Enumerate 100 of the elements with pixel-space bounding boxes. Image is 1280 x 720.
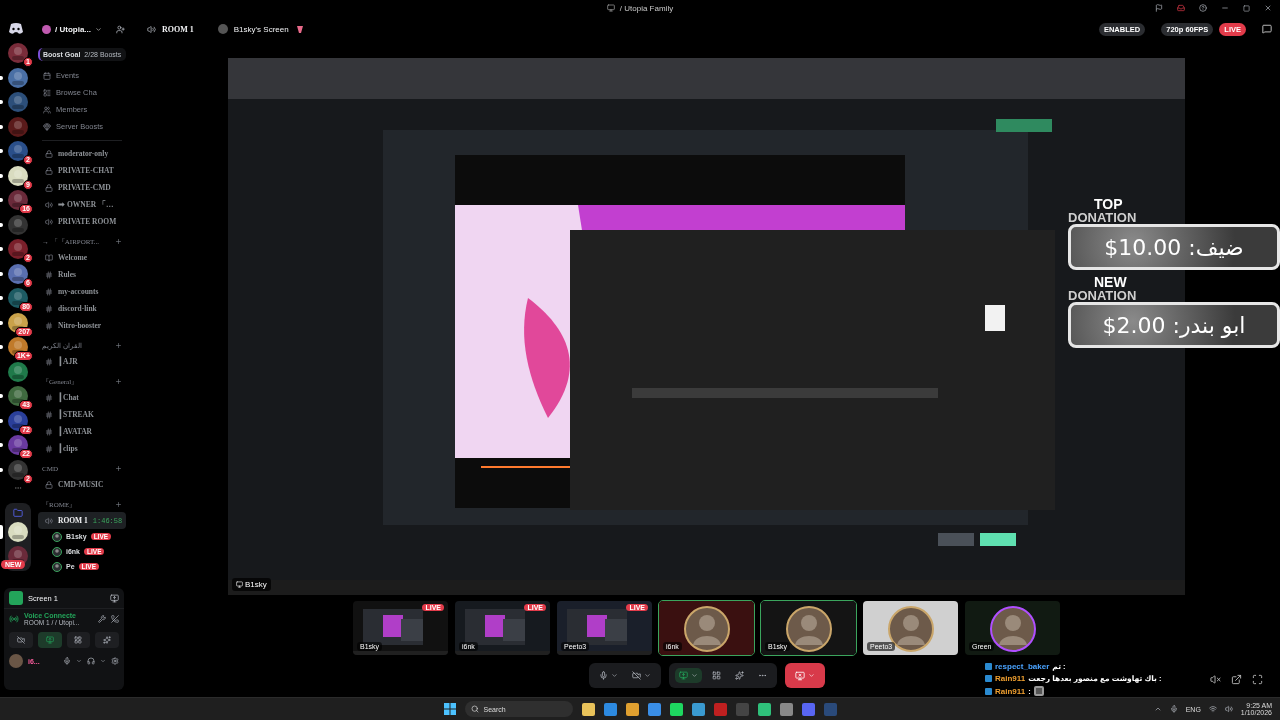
signal-icon: [9, 614, 19, 624]
speaker-icon: [45, 516, 53, 525]
wifi-icon[interactable]: [1208, 705, 1217, 713]
soundboard-button[interactable]: [95, 632, 119, 648]
flag-icon[interactable]: [1155, 4, 1163, 12]
server-icon[interactable]: [8, 67, 28, 88]
chat-username: respect_baker: [995, 662, 1050, 671]
donation-subtitle: DONATION: [1068, 289, 1138, 302]
inbox-icon[interactable]: [1177, 4, 1185, 12]
hash-icon: [45, 321, 53, 330]
server-icon[interactable]: [8, 435, 28, 455]
presenter-name: B1sky: [245, 580, 267, 589]
close-icon[interactable]: [1264, 4, 1272, 12]
add-channel-icon[interactable]: [115, 501, 122, 508]
settings-icon[interactable]: [111, 657, 119, 665]
taskbar-icon[interactable]: [647, 702, 661, 716]
folder-icon: [13, 507, 23, 518]
screen-share-button[interactable]: [674, 668, 702, 683]
disconnect-icon[interactable]: [111, 615, 119, 623]
screen-share-icon[interactable]: [110, 593, 119, 603]
server-icon: [42, 24, 51, 34]
sparkles-icon: [734, 671, 744, 680]
wrench-icon[interactable]: [98, 615, 106, 623]
chat-icon[interactable]: [1262, 24, 1272, 34]
chat-username: Rain911: [995, 686, 1026, 696]
add-channel-icon[interactable]: [115, 238, 122, 245]
help-icon[interactable]: [1199, 4, 1207, 12]
speaker-icon: [45, 200, 53, 209]
hash-icon: [45, 410, 53, 419]
headphones-icon[interactable]: [87, 657, 95, 665]
screen-icon: [9, 591, 23, 605]
server-menu-button[interactable]: / Utopia...: [42, 24, 102, 34]
microphone-icon[interactable]: [63, 657, 71, 665]
server-icon[interactable]: [8, 410, 28, 431]
add-channel-icon[interactable]: [115, 342, 122, 349]
members-icon: [43, 105, 51, 114]
user-avatar: [52, 531, 62, 542]
donation-title: TOP: [1094, 198, 1124, 211]
taskbar-icon[interactable]: [691, 702, 705, 716]
taskbar-icon[interactable]: [779, 702, 793, 716]
taskbar-icon[interactable]: [757, 702, 771, 716]
chevron-icon: [643, 672, 651, 679]
server-icon[interactable]: [8, 288, 28, 308]
volume-icon[interactable]: [1224, 705, 1233, 713]
hash-icon: [45, 357, 53, 366]
lock-icon: [45, 166, 53, 175]
server-icon[interactable]: [8, 386, 28, 406]
hash-icon: [45, 287, 53, 296]
server-icon[interactable]: [8, 312, 28, 333]
hash-icon: [45, 427, 53, 436]
book-icon: [45, 253, 53, 262]
taskbar-icon[interactable]: [581, 702, 595, 716]
chevron-icon[interactable]: [1153, 705, 1162, 713]
user-avatar: [52, 546, 62, 557]
popout-icon[interactable]: [1231, 674, 1242, 685]
donation-subtitle: DONATION: [1068, 211, 1138, 224]
sticker-icon: [294, 24, 305, 34]
server-icon[interactable]: [8, 190, 28, 210]
grid-icon: [711, 671, 721, 680]
chevron-icon: [690, 672, 698, 679]
microphone-icon: [598, 671, 608, 680]
app-logo-icon[interactable]: [8, 23, 24, 35]
hash-icon: [45, 393, 53, 402]
app-icon: [606, 4, 615, 12]
chevron-icon: [610, 672, 618, 679]
maximize-icon[interactable]: [1243, 4, 1250, 12]
server-icon[interactable]: [8, 263, 28, 284]
user-avatar: [9, 654, 23, 668]
add-channel-icon[interactable]: [115, 378, 122, 385]
window-title: / Utopia Family: [619, 3, 674, 13]
camera-button[interactable]: [9, 632, 33, 648]
calendar-icon: [43, 71, 51, 80]
hash-icon: [45, 270, 53, 279]
taskbar-icon[interactable]: [625, 702, 639, 716]
search-icon: [470, 705, 479, 713]
taskbar-icon[interactable]: [603, 702, 617, 716]
start-icon[interactable]: [443, 703, 456, 715]
chevron-icon: [95, 25, 102, 33]
screen-share-button[interactable]: [37, 632, 62, 648]
user-avatar: [52, 561, 62, 572]
server-icon[interactable]: [8, 521, 28, 542]
speaker-icon: [45, 217, 53, 226]
sticker-icon: [1033, 686, 1044, 696]
lock-icon: [45, 480, 53, 489]
hash-icon: [45, 304, 53, 313]
taskbar-icon[interactable]: [669, 702, 683, 716]
lock-icon: [45, 183, 53, 192]
camera-off-icon: [16, 636, 25, 644]
fullscreen-icon[interactable]: [1252, 674, 1263, 685]
hash-icon: [45, 444, 53, 453]
chevron-icon: [807, 672, 815, 679]
invite-icon[interactable]: [116, 24, 125, 34]
mute-icon[interactable]: [1210, 674, 1221, 685]
server-icon[interactable]: [8, 165, 28, 186]
screen-icon: [236, 581, 243, 588]
add-channel-icon[interactable]: [115, 465, 122, 472]
more-icon: [757, 671, 767, 680]
more-icon: [14, 484, 22, 492]
channel-name: ROOM 1: [162, 24, 194, 34]
activities-button[interactable]: [66, 632, 91, 648]
